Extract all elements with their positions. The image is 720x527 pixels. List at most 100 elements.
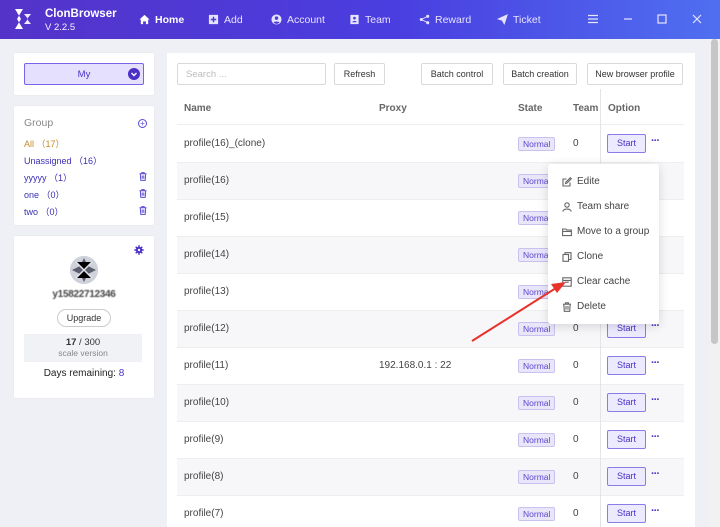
start-button[interactable]: Start (607, 134, 646, 153)
group-panel: Group + All （17） Unassigned （16） yyyyy （… (14, 106, 154, 225)
menu-item-move-to-group[interactable]: Move to a group (548, 219, 659, 244)
table-row[interactable]: profile(10) Normal 0 Start ··· (177, 385, 684, 422)
days-remaining: Days remaining: 8 (14, 368, 154, 379)
menu-item-edit[interactable]: Edite (548, 169, 659, 194)
table-row[interactable]: profile(8) Normal 0 Start ··· (177, 459, 684, 496)
profile-name: profile(10) (184, 397, 230, 408)
profile-team: 0 (573, 434, 579, 445)
scope-select[interactable]: My (24, 63, 144, 85)
share-icon (419, 14, 430, 25)
account-icon (271, 14, 282, 25)
more-options-icon[interactable]: ··· (651, 358, 663, 371)
menu-item-team-share[interactable]: Team share (548, 194, 659, 219)
table-row[interactable]: profile(7) Normal 0 Start ··· (177, 496, 684, 527)
menu-item-label: Team share (577, 201, 630, 212)
user-name: y15822712346 (52, 289, 116, 300)
more-options-icon[interactable]: ··· (651, 136, 663, 149)
scope-select-value: My (77, 68, 91, 80)
menu-item-label: Edite (577, 176, 600, 187)
table-row[interactable]: profile(16)_(clone) Normal 0 Start ··· (177, 126, 684, 163)
scrollbar-thumb[interactable] (711, 39, 718, 344)
delete-group-icon[interactable] (139, 206, 147, 215)
batch-control-button[interactable]: Batch control (421, 63, 493, 85)
title-bar: ClonBrowser V 2.2.5 Home Add Account Tea… (0, 0, 720, 39)
nav-reward[interactable]: Reward (419, 0, 471, 39)
nav-add-label: Add (224, 13, 243, 26)
user-panel: y15822712346 Upgrade 17 / 300 scale vers… (14, 236, 154, 398)
nav-account-label: Account (287, 13, 325, 26)
more-options-icon[interactable]: ··· (651, 506, 663, 519)
delete-group-icon[interactable] (139, 189, 147, 198)
group-item-all[interactable]: All （17） (24, 137, 65, 150)
user-icon (562, 201, 572, 212)
status-badge: Normal (518, 470, 556, 484)
nav-team[interactable]: Team (349, 0, 391, 39)
profile-name: profile(8) (184, 471, 224, 482)
more-options-icon[interactable]: ··· (651, 469, 663, 482)
start-button[interactable]: Start (607, 430, 646, 449)
group-item-unassigned[interactable]: Unassigned （16） (24, 154, 102, 167)
column-option: Option (608, 103, 641, 114)
profile-team: 0 (573, 397, 579, 408)
settings-icon[interactable] (134, 245, 144, 255)
status-badge: Normal (518, 322, 556, 336)
app-name: ClonBrowser (45, 8, 117, 20)
profile-name: profile(9) (184, 434, 224, 445)
menu-item-label: Delete (577, 301, 606, 312)
menu-item-clear-cache[interactable]: Clear cache (548, 269, 659, 294)
start-button[interactable]: Start (607, 467, 646, 486)
upgrade-button[interactable]: Upgrade (57, 309, 111, 327)
nav-home-label: Home (155, 13, 185, 26)
more-options-icon[interactable]: ··· (651, 395, 663, 408)
group-item-one[interactable]: one （0） (24, 188, 65, 201)
refresh-button[interactable]: Refresh (334, 63, 385, 85)
edit-icon (562, 176, 572, 187)
app-logo (15, 9, 31, 29)
new-browser-profile-button[interactable]: New browser profile (587, 63, 683, 85)
delete-group-icon[interactable] (139, 172, 147, 181)
status-badge: Normal (518, 137, 556, 151)
maximize-icon[interactable] (655, 12, 669, 26)
table-row[interactable]: profile(9) Normal 0 Start ··· (177, 422, 684, 459)
close-icon[interactable] (690, 12, 704, 26)
minimize-icon[interactable] (621, 12, 635, 26)
nav-ticket[interactable]: Ticket (497, 0, 541, 39)
profile-team: 0 (573, 471, 579, 482)
start-button[interactable]: Start (607, 393, 646, 412)
profile-name: profile(11) (184, 360, 229, 371)
trash-icon (563, 301, 571, 312)
avatar (70, 256, 98, 284)
profile-name: profile(12) (184, 323, 230, 334)
menu-item-delete[interactable]: Delete (548, 294, 659, 319)
profile-team: 0 (573, 360, 579, 371)
nav-add[interactable]: Add (208, 0, 243, 39)
column-proxy: Proxy (379, 103, 407, 114)
profile-name: profile(7) (184, 508, 224, 519)
team-icon (350, 14, 359, 25)
menu-item-label: Clone (577, 251, 604, 262)
menu-item-clone[interactable]: Clone (548, 244, 659, 269)
folder-icon (562, 227, 572, 236)
days-remaining-label: Days remaining: (43, 368, 119, 379)
table-row[interactable]: profile(11) 192.168.0.1 : 22 Normal 0 Start ·… (177, 348, 684, 385)
group-title: Group (24, 117, 54, 129)
more-options-icon[interactable]: ··· (651, 432, 663, 445)
search-input[interactable] (177, 63, 326, 85)
app-version: V 2.2.5 (45, 22, 76, 33)
nav-home[interactable]: Home (139, 0, 184, 39)
status-badge: Normal (518, 507, 556, 521)
menu-icon[interactable] (586, 12, 600, 26)
profile-name: profile(16) (184, 175, 230, 186)
nav-ticket-label: Ticket (513, 13, 541, 26)
batch-creation-button[interactable]: Batch creation (503, 63, 577, 85)
home-icon (139, 14, 150, 25)
column-name: Name (184, 103, 212, 114)
add-group-icon[interactable]: + (138, 119, 147, 128)
nav-account[interactable]: Account (271, 0, 325, 39)
group-item-two[interactable]: two （0） (24, 205, 64, 218)
context-menu: Edite Team share Move to a group Clone C… (548, 164, 659, 324)
start-button[interactable]: Start (607, 356, 646, 375)
start-button[interactable]: Start (607, 504, 646, 523)
group-item-yyyyy[interactable]: yyyyy （1） (24, 171, 72, 184)
nav-reward-label: Reward (435, 13, 472, 26)
